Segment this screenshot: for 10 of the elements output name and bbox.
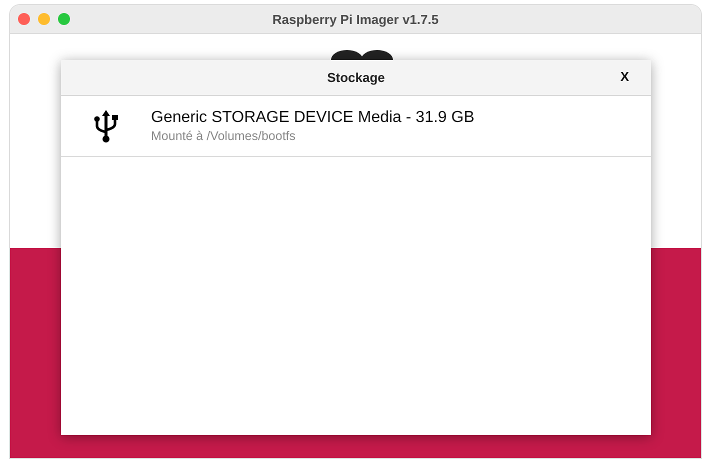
dialog-title: Stockage	[327, 70, 385, 85]
window-title: Raspberry Pi Imager v1.7.5	[272, 12, 439, 26]
close-light[interactable]	[18, 13, 30, 25]
usb-icon	[94, 109, 118, 143]
device-item[interactable]: Generic STORAGE DEVICE Media - 31.9 GB Mounté à /Volumes/bootfs	[61, 96, 651, 157]
mount-path: Mounté à /Volumes/bootfs	[151, 129, 297, 143]
minimize-light[interactable]	[38, 13, 50, 25]
zoom-light[interactable]	[58, 13, 70, 25]
device-name: Generic STORAGE DEVICE Media - 31.9 GB	[151, 109, 474, 127]
close-button[interactable]: X	[620, 69, 629, 84]
